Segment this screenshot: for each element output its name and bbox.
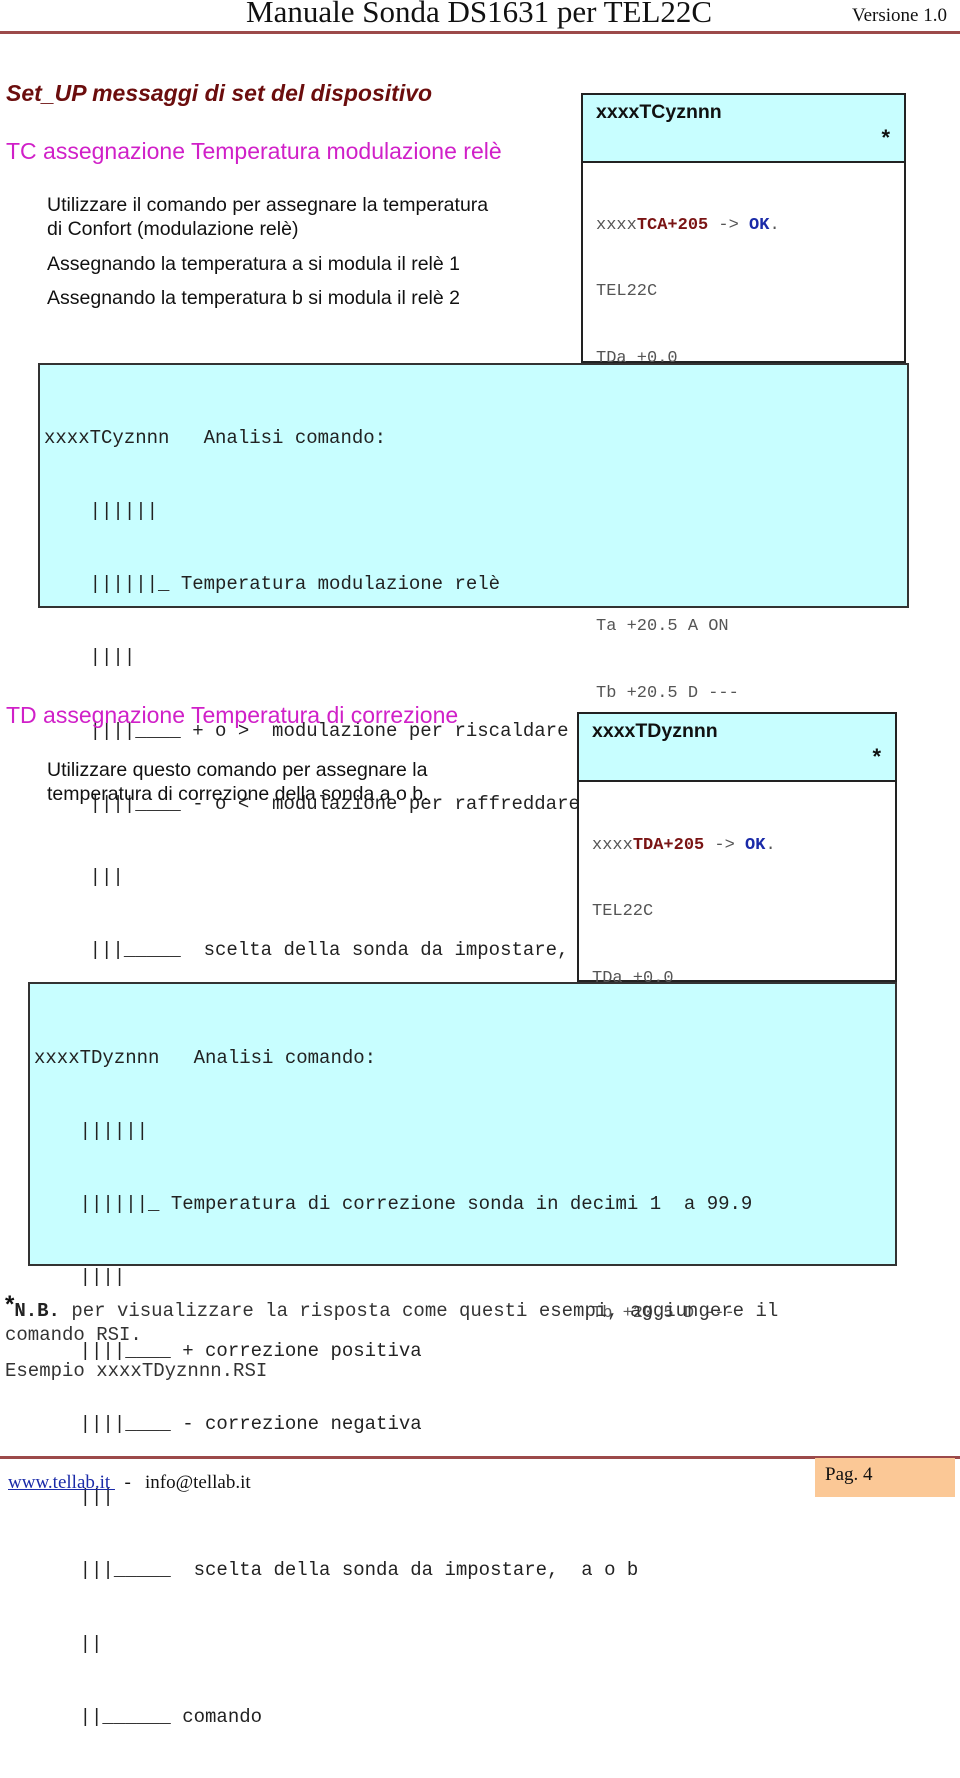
td-analysis-line: |||_____ scelta della sonda da impostare…: [34, 1559, 639, 1582]
response-ok: OK: [749, 215, 770, 235]
footer-separator: -: [114, 1472, 146, 1493]
response-suffix: .: [769, 215, 780, 235]
tc-heading: TC assegnazione Temperatura modulazione …: [6, 138, 502, 164]
td-response-header: xxxxTDyznnn *: [579, 714, 895, 782]
footnote-star-icon: *: [881, 125, 890, 150]
tc-analysis-line: xxxxTCyznnn Analisi comando:: [44, 426, 387, 449]
tc-description-line: di Confort (modulazione relè): [47, 218, 299, 240]
td-analysis-line: ||||: [34, 1266, 126, 1289]
tc-analysis-box: xxxxTCyznnn Analisi comando: |||||| ||||…: [38, 363, 909, 961]
footnote-star-icon: *: [5, 1291, 15, 1318]
email-link[interactable]: info@tellab.it: [145, 1472, 251, 1493]
response-ok: OK: [745, 835, 766, 855]
response-prefix: xxxx: [596, 215, 637, 235]
response-arrow: ->: [708, 215, 750, 235]
footer-contacts: www.tellab.it - info@tellab.it: [8, 1472, 251, 1494]
note-label: N.B.: [14, 1300, 60, 1322]
tc-response-command: xxxxTCyznnn: [596, 101, 722, 123]
note-line: comando RSI.: [5, 1324, 142, 1346]
td-response-box: xxxxTDyznnn * xxxxTDA+205 -> OK. TEL22C …: [577, 712, 897, 1323]
td-description-line: temperatura di correzione della sonda a …: [47, 783, 429, 805]
td-analysis-line: ||||||_ Temperatura di correzione sonda …: [34, 1193, 753, 1216]
note-block: *N.B. per visualizzare la risposta come …: [5, 1293, 779, 1347]
td-description: Utilizzare questo comando per assegnare …: [47, 758, 429, 806]
td-heading: TD assegnazione Temperatura di correzion…: [6, 702, 459, 728]
td-response-first-line: xxxxTDA+205 -> OK.: [592, 835, 776, 857]
tc-response-line: TEL22C: [596, 282, 658, 302]
tc-response-header: xxxxTCyznnn *: [583, 95, 904, 163]
header-divider: [0, 31, 960, 34]
td-analysis-lines: xxxxTDyznnn Analisi comando: |||||| ||||…: [34, 997, 752, 1778]
tc-analysis-line: ||||||: [44, 500, 159, 523]
tc-analysis-line: ||||||_ Temperatura modulazione relè: [44, 573, 501, 596]
td-description-line: Utilizzare questo comando per assegnare …: [47, 759, 428, 781]
note-line: *N.B. per visualizzare la risposta come …: [5, 1293, 779, 1323]
td-response-line: TEL22C: [592, 902, 654, 922]
page-number-box: Pag. 4: [815, 1458, 955, 1497]
section-heading: Set_UP messaggi di set del dispositivo: [6, 80, 433, 106]
tc-description-line: Assegnando la temperatura b si modula il…: [47, 287, 460, 309]
document-version: Versione 1.0: [852, 5, 947, 26]
td-analysis-line: ||______ comando: [34, 1705, 263, 1728]
td-analysis-line: ||||____ - correzione negativa: [34, 1412, 422, 1435]
td-analysis-line: ||: [34, 1632, 103, 1655]
response-arrow: ->: [704, 835, 746, 855]
note-text: per visualizzare la risposta come questi…: [59, 1300, 779, 1322]
tc-analysis-line: ||||: [44, 646, 136, 669]
tc-description-line: Assegnando la temperatura a si modula il…: [47, 253, 460, 275]
page-number: Pag. 4: [825, 1464, 873, 1485]
tc-description-line: Utilizzare il comando per assegnare la t…: [47, 194, 489, 216]
response-prefix: xxxx: [592, 835, 633, 855]
footnote-star-icon: *: [872, 744, 881, 769]
tc-response-box: xxxxTCyznnn * xxxxTCA+205 -> OK. TEL22C …: [581, 93, 906, 703]
response-command-part: TCA+205: [636, 215, 709, 235]
tc-response-first-line: xxxxTCA+205 -> OK.: [596, 215, 780, 237]
website-link[interactable]: www.tellab.it: [8, 1472, 115, 1493]
response-suffix: .: [765, 835, 776, 855]
td-analysis-line: xxxxTDyznnn Analisi comando:: [34, 1046, 377, 1069]
example-text: Esempio xxxxTDyznnn.RSI: [5, 1360, 268, 1382]
document-title-text: Manuale Sonda DS1631 per TEL22C: [246, 0, 713, 29]
td-analysis-line: ||||||: [34, 1120, 149, 1143]
response-command-part: TDA+205: [632, 835, 705, 855]
tc-description: Utilizzare il comando per assegnare la t…: [47, 193, 488, 310]
td-response-command: xxxxTDyznnn: [592, 720, 718, 742]
td-analysis-box: xxxxTDyznnn Analisi comando: |||||| ||||…: [28, 982, 897, 1728]
